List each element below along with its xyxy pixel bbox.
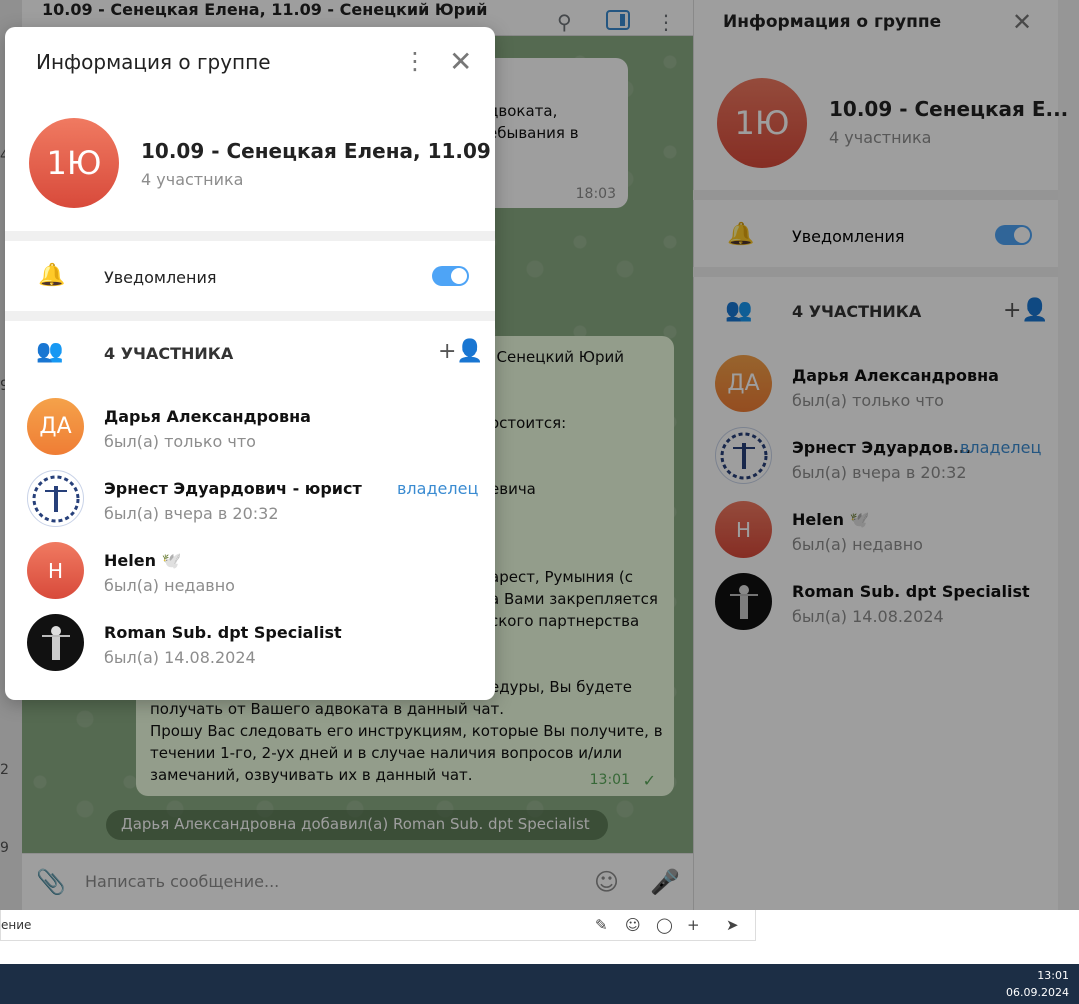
member-avatar[interactable] [27,614,84,671]
lady-justice-icon [41,625,70,660]
taskbar-date[interactable]: 06.09.2024 [1006,986,1069,999]
outer-input-bar: ение ✎ ☺ ◯ + ➤ [0,910,756,941]
member-status: был(а) 14.08.2024 [104,648,256,667]
justice-emblem-icon [32,475,79,522]
group-info-modal: Информация о группе ⋮ ✕ 1Ю 10.09 - Сенец… [5,27,495,700]
owner-badge: владелец [397,479,479,498]
member-status: был(а) только что [104,432,256,451]
group-avatar-initials: 1Ю [46,144,102,182]
member-avatar[interactable] [27,470,84,527]
more-vertical-icon[interactable]: ⋮ [403,47,427,75]
emoji-icon[interactable]: ☺ [625,916,641,934]
chat-bubble-icon[interactable]: ◯ [656,916,673,934]
members-icon: 👥 [36,339,64,364]
member-status: был(а) вчера в 20:32 [104,504,279,523]
plus-icon[interactable]: + [687,916,700,934]
notifications-label: Уведомления [104,268,217,287]
member-name[interactable]: Helen 🕊️ [104,551,181,570]
taskbar-time[interactable]: 13:01 [1037,969,1069,982]
bell-icon: 🔔 [38,263,66,288]
member-status: был(а) недавно [104,576,235,595]
member-name[interactable]: Эрнест Эдуардович - юрист [104,479,362,498]
member-name[interactable]: Roman Sub. dpt Specialist [104,623,342,642]
close-icon[interactable]: ✕ [449,45,472,78]
members-header: 4 УЧАСТНИКА [104,344,234,363]
members-count: 4 участника [141,170,244,189]
taskbar: 13:01 06.09.2024 [0,964,1079,1004]
format-icon[interactable]: ✎ [595,916,608,934]
divider [5,311,495,321]
notifications-toggle[interactable] [432,266,469,286]
modal-title: Информация о группе [36,50,271,74]
avatar-initials: H [47,558,64,583]
member-avatar[interactable]: H [27,542,84,599]
add-member-icon[interactable]: +👤 [438,339,484,364]
send-icon[interactable]: ➤ [726,916,739,934]
member-name[interactable]: Дарья Александровна [104,407,311,426]
group-avatar[interactable]: 1Ю [29,118,119,208]
outer-input-text[interactable]: ение [1,918,31,932]
group-name: 10.09 - Сенецкая Елена, 11.09 - ... [141,139,495,163]
divider [5,231,495,241]
member-avatar[interactable]: ДА [27,398,84,455]
avatar-initials: ДА [39,414,72,439]
